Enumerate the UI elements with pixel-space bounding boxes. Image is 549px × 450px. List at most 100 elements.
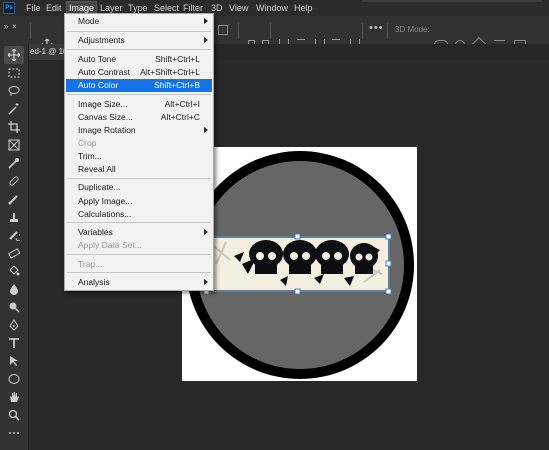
menu-item-auto-contrast[interactable]: Auto Contrast Alt+Shift+Ctrl+L [66, 66, 212, 79]
path-selection-icon [10, 356, 18, 366]
marquee-icon [8, 68, 20, 78]
menu-separator [67, 222, 211, 223]
menu-separator [67, 94, 211, 95]
type-icon [9, 338, 19, 348]
paint-bucket-icon [9, 265, 20, 276]
menu-item-crop: Crop [78, 138, 97, 148]
3d-mode-label: 3D Mode: [395, 25, 430, 34]
move-icon [8, 49, 20, 61]
pen-icon [9, 319, 19, 331]
healing-brush-icon [9, 176, 19, 186]
menu-help[interactable]: Help [294, 3, 313, 13]
menu-separator [67, 31, 211, 32]
eyedropper-tool[interactable] [4, 154, 24, 172]
document-tab[interactable]: ed-1 @ 10 [28, 44, 68, 60]
menu-separator [67, 254, 211, 255]
more-tools-button[interactable] [4, 424, 24, 442]
menu-item-image-size[interactable]: Image Size... Alt+Ctrl+I [66, 98, 212, 111]
menu-item-canvas-size[interactable]: Canvas Size... Alt+Ctrl+C [66, 111, 212, 124]
more-options-icon[interactable]: ••• [369, 22, 384, 34]
history-brush-icon [9, 231, 20, 241]
marquee-tool[interactable] [4, 64, 24, 82]
menu-separator [67, 49, 211, 50]
lasso-icon [8, 86, 20, 96]
submenu-arrow-icon [204, 18, 208, 24]
menu-file[interactable]: File [26, 3, 41, 13]
menu-item-auto-tone[interactable]: Auto Tone Shift+Ctrl+L [66, 53, 212, 66]
submenu-arrow-icon [204, 127, 208, 133]
clone-stamp-tool[interactable] [4, 208, 24, 226]
history-brush-tool[interactable] [4, 226, 24, 244]
blur-icon [10, 284, 18, 295]
menu-item-analysis[interactable]: Analysis [66, 276, 212, 289]
menu-separator [67, 272, 211, 273]
menu-view[interactable]: View [229, 3, 248, 13]
hand-tool[interactable] [4, 388, 24, 406]
panel-collapse-icon[interactable]: × [12, 22, 17, 34]
clone-stamp-icon [10, 213, 18, 222]
more-tools-icon [9, 432, 19, 434]
photoshop-logo-icon[interactable]: Ps [3, 2, 15, 14]
ellipse-tool[interactable] [4, 370, 24, 388]
hand-icon [10, 392, 19, 402]
magic-wand-icon [8, 103, 19, 115]
menu-item-reveal-all[interactable]: Reveal All [66, 163, 212, 176]
divider [362, 23, 363, 39]
dodge-icon [9, 302, 20, 313]
submenu-arrow-icon [204, 229, 208, 235]
brush-tool[interactable] [4, 190, 24, 208]
magic-wand-tool[interactable] [4, 100, 24, 118]
eyedropper-icon [8, 158, 19, 169]
menu-type[interactable]: Type [128, 3, 148, 13]
divider [387, 23, 388, 39]
crop-icon [8, 121, 20, 133]
move-tool[interactable] [4, 46, 24, 64]
menu-item-image-rotation[interactable]: Image Rotation [66, 124, 212, 137]
paint-bucket-tool[interactable] [4, 262, 24, 280]
menu-edit[interactable]: Edit [46, 3, 62, 13]
menu-item-variables[interactable]: Variables [66, 226, 212, 239]
lasso-tool[interactable] [4, 82, 24, 100]
dodge-tool[interactable] [4, 298, 24, 316]
frame-icon [8, 139, 20, 151]
zoom-tool[interactable] [4, 406, 24, 424]
image-menu-dropdown: Mode Adjustments Auto Tone Shift+Ctrl+L … [64, 13, 214, 291]
menu-window[interactable]: Window [256, 3, 288, 13]
menu-item-adjustments[interactable]: Adjustments [66, 34, 212, 47]
submenu-arrow-icon [204, 279, 208, 285]
menu-separator [67, 178, 211, 179]
healing-brush-tool[interactable] [4, 172, 24, 190]
menu-select[interactable]: Select [154, 3, 179, 13]
menu-layer[interactable]: Layer [100, 3, 123, 13]
selected-layer-transform[interactable] [204, 234, 392, 294]
blur-tool[interactable] [4, 280, 24, 298]
crop-tool[interactable] [4, 118, 24, 136]
eraser-tool[interactable] [4, 244, 24, 262]
menu-item-auto-color[interactable]: Auto Color Shift+Ctrl+B [66, 79, 212, 92]
frame-tool[interactable] [4, 136, 24, 154]
menu-item-calculations[interactable]: Calculations... [66, 208, 212, 221]
pen-tool[interactable] [4, 316, 24, 334]
divider [270, 23, 271, 39]
menu-item-apply-image[interactable]: Apply Image... [66, 195, 212, 208]
tools-panel [0, 44, 29, 450]
menu-item-apply-data-set: Apply Data Set... [78, 240, 142, 250]
eraser-icon [8, 248, 20, 259]
menu-item-mode[interactable]: Mode [66, 15, 212, 28]
menu-item-duplicate[interactable]: Duplicate... [66, 181, 212, 194]
ellipse-icon [8, 374, 20, 384]
divider [30, 23, 31, 39]
path-selection-tool[interactable] [4, 352, 24, 370]
title-bar-edge [362, 0, 542, 2]
type-tool[interactable] [4, 334, 24, 352]
divider [238, 23, 239, 39]
submenu-arrow-icon [204, 37, 208, 43]
menu-item-trap: Trap... [78, 259, 103, 269]
menu-3d[interactable]: 3D [211, 3, 223, 13]
panel-collapse-icon[interactable]: » [4, 22, 8, 34]
zoom-icon [8, 409, 20, 421]
checkbox-icon[interactable] [218, 25, 228, 35]
menu-item-trim[interactable]: Trim... [66, 150, 212, 163]
menu-filter[interactable]: Filter [183, 3, 203, 13]
brush-icon [8, 195, 18, 205]
